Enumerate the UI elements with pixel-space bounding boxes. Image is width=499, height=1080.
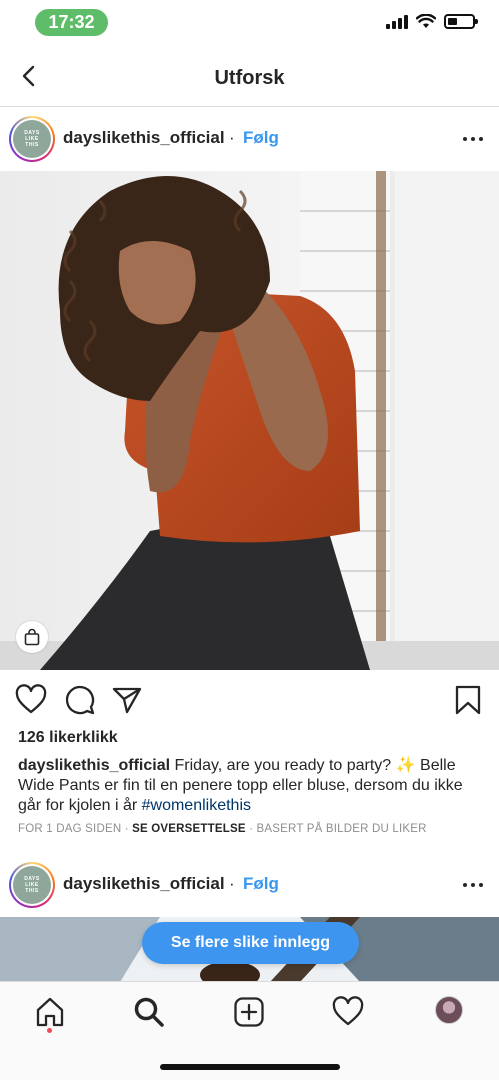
post-header: DAYS LIKE THIS dayslikethis_official · Føl… bbox=[0, 853, 499, 917]
post-username[interactable]: dayslikethis_official bbox=[63, 128, 225, 148]
like-count[interactable]: 126 likerklikk bbox=[18, 729, 118, 747]
battery-icon bbox=[444, 14, 478, 29]
see-translation-link[interactable]: SE OVERSETTELSE bbox=[132, 823, 246, 835]
post-time: FOR 1 DAG SIDEN bbox=[18, 823, 122, 835]
heart-icon[interactable] bbox=[15, 684, 47, 716]
avatar-logo: DAYS LIKE THIS bbox=[13, 866, 51, 904]
activity-heart-icon[interactable] bbox=[332, 996, 364, 1028]
profile-avatar[interactable] bbox=[435, 996, 463, 1024]
follow-button[interactable]: Følg bbox=[243, 874, 279, 894]
post-header: DAYS LIKE THIS dayslikethis_official · Føl… bbox=[0, 107, 499, 171]
status-time: 17:32 bbox=[35, 9, 108, 36]
post-caption: dayslikethis_official Friday, are you re… bbox=[18, 756, 483, 816]
cellular-signal-icon bbox=[386, 14, 408, 29]
more-horizontal-icon[interactable] bbox=[463, 137, 483, 141]
post-actions bbox=[0, 680, 499, 720]
bookmark-icon[interactable] bbox=[452, 684, 484, 716]
post-username[interactable]: dayslikethis_official bbox=[63, 874, 225, 894]
post-meta: FOR 1 DAG SIDEN · SE OVERSETTELSE · BASE… bbox=[18, 823, 427, 835]
page-title: Utforsk bbox=[214, 67, 285, 89]
wifi-icon bbox=[416, 14, 436, 28]
follow-button[interactable]: Følg bbox=[243, 128, 279, 148]
search-icon[interactable] bbox=[133, 996, 165, 1028]
separator-dot: · bbox=[229, 874, 235, 893]
post-image[interactable] bbox=[0, 171, 499, 670]
status-icons bbox=[386, 14, 478, 29]
status-bar: 17:32 bbox=[0, 0, 499, 46]
caption-hashtag[interactable]: #womenlikethis bbox=[142, 797, 251, 814]
meta-dot: · bbox=[121, 823, 133, 835]
see-more-posts-button[interactable]: Se flere slike innlegg bbox=[142, 922, 359, 964]
meta-dot: · bbox=[245, 823, 257, 835]
notification-dot bbox=[47, 1028, 52, 1033]
home-icon[interactable] bbox=[34, 996, 66, 1028]
separator-dot: · bbox=[229, 128, 235, 147]
share-icon[interactable] bbox=[111, 684, 143, 716]
more-horizontal-icon[interactable] bbox=[463, 883, 483, 887]
caption-username[interactable]: dayslikethis_official bbox=[18, 757, 170, 774]
add-post-icon[interactable] bbox=[233, 996, 265, 1028]
home-indicator[interactable] bbox=[160, 1064, 340, 1070]
comment-icon[interactable] bbox=[64, 684, 96, 716]
avatar[interactable]: DAYS LIKE THIS bbox=[9, 862, 55, 908]
shopping-bag-icon[interactable] bbox=[16, 621, 48, 653]
post-photo-illustration bbox=[0, 171, 499, 670]
recommendation-reason: BASERT PÅ BILDER DU LIKER bbox=[256, 823, 427, 835]
nav-header: Utforsk bbox=[0, 50, 499, 107]
avatar-logo: DAYS LIKE THIS bbox=[13, 120, 51, 158]
avatar[interactable]: DAYS LIKE THIS bbox=[9, 116, 55, 162]
